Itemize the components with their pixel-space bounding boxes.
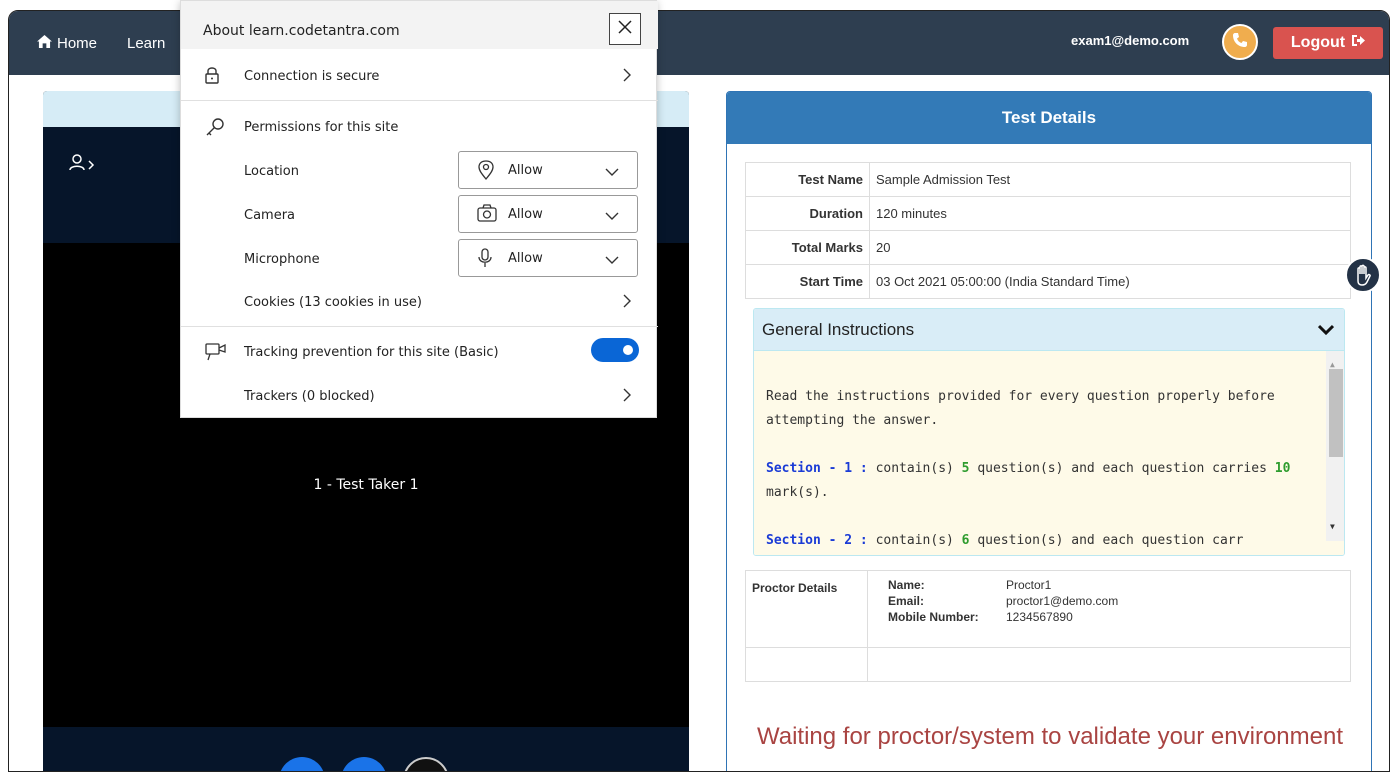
close-icon <box>617 19 633 39</box>
instructions-text: Read the instructions provided for every… <box>766 385 1321 555</box>
raise-hand-icon[interactable] <box>1345 257 1381 293</box>
more-options-button[interactable] <box>403 757 449 771</box>
permissions-heading-row: Permissions for this site <box>181 105 658 149</box>
section-1-line: Section - 1 : contain(s) 5 question(s) a… <box>766 461 1291 500</box>
test-info-table: Test Name Sample Admission Test Duration… <box>745 162 1351 299</box>
chevron-down-icon <box>605 254 619 269</box>
divider <box>181 100 658 101</box>
proctor-email-key: Email: <box>888 594 925 608</box>
proctor-mobile: 1234567890 <box>1006 610 1073 624</box>
table-row: Total Marks 20 <box>745 230 1351 265</box>
row-value: 03 Oct 2021 05:00:00 (India Standard Tim… <box>869 264 1351 299</box>
close-button[interactable] <box>609 13 641 45</box>
video-controls <box>43 727 689 771</box>
waiting-message: Waiting for proctor/system to validate y… <box>756 723 1344 750</box>
test-details-panel: Test Details Test Name Sample Admission … <box>726 91 1372 771</box>
location-permission-select[interactable]: Allow <box>458 151 638 189</box>
connection-label: Connection is secure <box>244 68 380 84</box>
phone-icon <box>1232 32 1248 53</box>
cookies-row[interactable]: Cookies (13 cookies in use) <box>181 280 658 324</box>
permissions-heading: Permissions for this site <box>244 119 399 135</box>
home-label: Home <box>57 35 98 52</box>
tracking-prevention-toggle[interactable] <box>591 338 639 362</box>
location-pin-icon <box>477 160 495 184</box>
participant-name: 1 - Test Taker 1 <box>313 477 419 493</box>
home-icon <box>37 35 52 52</box>
sign-out-icon <box>1351 34 1366 52</box>
chevron-down-icon <box>605 210 619 225</box>
row-value: 120 minutes <box>869 196 1351 231</box>
lock-icon <box>205 66 219 88</box>
participants-icon[interactable] <box>69 153 97 178</box>
key-icon <box>205 117 225 141</box>
location-value: Allow <box>508 163 543 178</box>
site-info-popup: About learn.codetantra.com Connection is… <box>180 0 658 418</box>
row-value: Sample Admission Test <box>869 162 1351 197</box>
instructions-scrollbar[interactable]: ▲ ▼ <box>1326 351 1344 541</box>
camera-value: Allow <box>508 207 543 222</box>
camera-permission-select[interactable]: Allow <box>458 195 638 233</box>
table-row: Test Name Sample Admission Test <box>745 162 1351 197</box>
instruction-line: Read the instructions provided for every… <box>766 389 1275 428</box>
instructions-heading: General Instructions <box>762 319 915 339</box>
cookies-label: Cookies (13 cookies in use) <box>244 294 422 310</box>
row-value: 20 <box>869 230 1351 265</box>
trackers-label: Trackers (0 blocked) <box>244 388 375 404</box>
chevron-right-icon <box>623 294 632 312</box>
logout-label: Logout <box>1290 34 1346 51</box>
table-row <box>745 647 1351 682</box>
chevron-right-icon <box>623 388 632 406</box>
table-row: Duration 120 minutes <box>745 196 1351 231</box>
row-label: Total Marks <box>745 230 870 265</box>
chevron-down-icon <box>1317 320 1335 340</box>
tracking-prevention-row: Tracking prevention for this site (Basic… <box>181 330 658 374</box>
learn-link[interactable]: Learn <box>127 35 165 52</box>
table-row: Start Time 03 Oct 2021 05:00:00 (India S… <box>745 264 1351 299</box>
proctor-info: Name: Proctor1 Email: proctor1@demo.com Mo… <box>867 570 1351 648</box>
microphone-label: Microphone <box>244 251 320 267</box>
row-label: Test Name <box>745 162 870 197</box>
location-label: Location <box>244 163 299 179</box>
instructions-toggle[interactable]: General Instructions <box>754 309 1344 351</box>
chevron-down-icon <box>605 166 619 181</box>
camera-toggle-button[interactable] <box>341 757 387 771</box>
table-row: Proctor Details Name: Proctor1 Email: proc… <box>745 570 1351 648</box>
panel-title: Test Details <box>727 92 1371 144</box>
camera-icon <box>477 204 497 226</box>
tracking-label: Tracking prevention for this site (Basic… <box>244 344 499 360</box>
instructions-body[interactable]: Read the instructions provided for every… <box>754 351 1344 555</box>
microphone-permission-select[interactable]: Allow <box>458 239 638 277</box>
proctor-email: proctor1@demo.com <box>1006 594 1119 608</box>
home-link[interactable]: Home <box>37 35 97 52</box>
proctor-details-table: Proctor Details Name: Proctor1 Email: proc… <box>745 570 1351 682</box>
proctor-name-key: Name: <box>888 578 925 592</box>
connection-row[interactable]: Connection is secure <box>181 54 658 98</box>
proctor-label: Proctor Details <box>745 570 868 648</box>
section-2-line: Section - 2 : contain(s) 6 question(s) a… <box>766 533 1244 548</box>
call-button[interactable] <box>1222 24 1258 60</box>
tracking-prevention-icon <box>205 342 227 366</box>
microphone-value: Allow <box>508 251 543 266</box>
popup-title: About learn.codetantra.com <box>203 23 400 39</box>
camera-label: Camera <box>244 207 296 223</box>
chevron-right-icon <box>623 68 632 86</box>
divider <box>181 326 658 327</box>
row-label: Duration <box>745 196 870 231</box>
user-email: exam1@demo.com <box>1071 33 1190 48</box>
instructions-accordion: General Instructions Read the instructio… <box>753 308 1345 556</box>
microphone-icon <box>477 248 493 272</box>
trackers-row[interactable]: Trackers (0 blocked) <box>181 374 658 418</box>
logout-button[interactable]: Logout <box>1273 27 1383 59</box>
scroll-down-arrow-icon[interactable]: ▼ <box>1330 515 1335 539</box>
proctor-mobile-key: Mobile Number: <box>888 610 979 624</box>
row-label: Start Time <box>745 264 870 299</box>
proctor-name: Proctor1 <box>1006 578 1052 592</box>
mic-toggle-button[interactable] <box>279 757 325 771</box>
scroll-thumb[interactable] <box>1329 369 1343 457</box>
